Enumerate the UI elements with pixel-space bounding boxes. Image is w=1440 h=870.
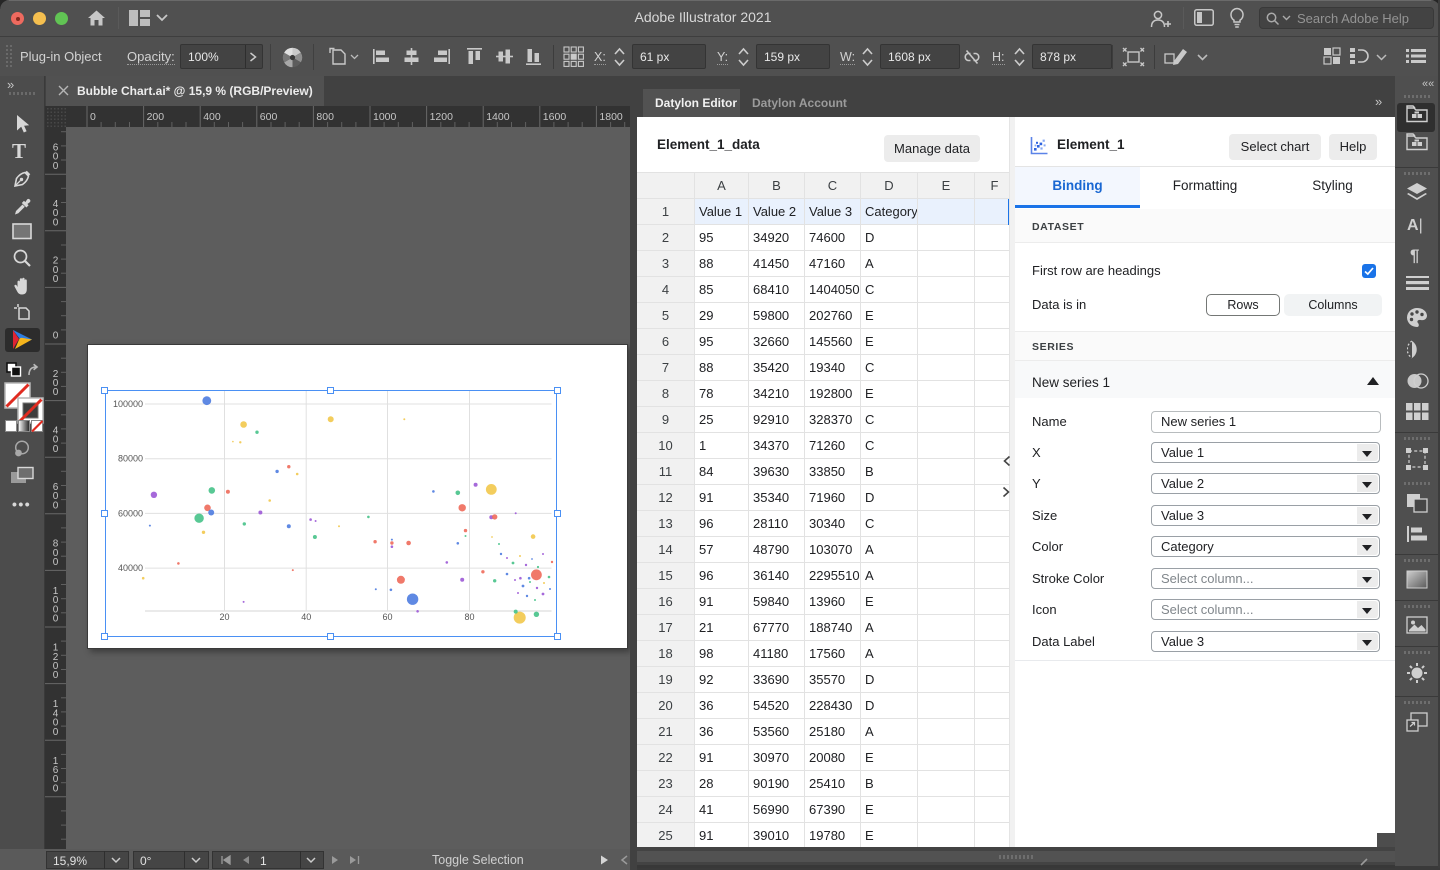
- svg-text:0: 0: [53, 727, 59, 738]
- svg-text:0: 0: [53, 670, 59, 681]
- svg-text:0: 0: [53, 217, 59, 228]
- svg-text:400: 400: [203, 111, 221, 123]
- svg-text:0: 0: [53, 274, 59, 285]
- svg-text:800: 800: [316, 111, 334, 123]
- svg-text:1000: 1000: [373, 111, 397, 123]
- svg-text:600: 600: [260, 111, 278, 123]
- svg-text:0: 0: [53, 331, 59, 342]
- svg-text:0: 0: [53, 557, 59, 568]
- svg-text:0: 0: [53, 783, 59, 794]
- svg-text:1400: 1400: [486, 111, 510, 123]
- svg-text:0: 0: [90, 111, 96, 123]
- svg-text:0: 0: [53, 387, 59, 398]
- svg-text:0: 0: [53, 161, 59, 172]
- svg-text:1200: 1200: [430, 111, 454, 123]
- svg-text:1600: 1600: [543, 111, 567, 123]
- svg-text:1800: 1800: [599, 111, 623, 123]
- svg-text:0: 0: [53, 614, 59, 625]
- svg-text:0: 0: [53, 444, 59, 455]
- svg-text:0: 0: [53, 500, 59, 511]
- svg-text:200: 200: [147, 111, 165, 123]
